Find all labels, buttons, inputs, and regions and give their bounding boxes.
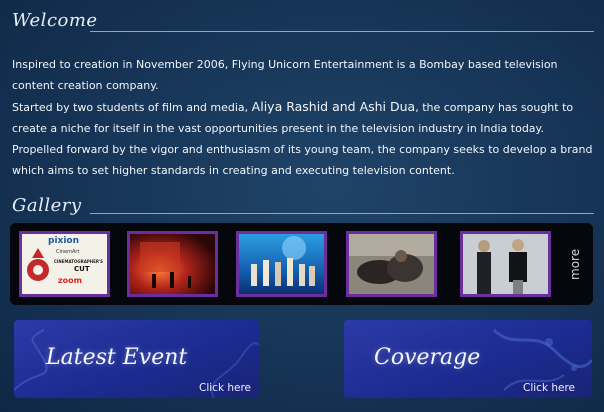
intro-paragraph-2-start: Started by two students of film and medi… bbox=[12, 101, 252, 114]
welcome-heading: Welcome bbox=[12, 10, 98, 31]
poster-text-pixion: pixion bbox=[48, 236, 80, 246]
coverage-title: Coverage bbox=[374, 345, 481, 370]
poster-text-cut: CUT bbox=[74, 265, 90, 273]
founder-names: Aliya Rashid and Ashi Dua bbox=[251, 99, 416, 114]
gallery-thumb-couple[interactable] bbox=[346, 231, 437, 297]
fashion-image bbox=[463, 234, 548, 294]
coverage-panel[interactable]: Coverage Click here bbox=[344, 320, 592, 398]
intro-text: Inspired to creation in November 2006, F… bbox=[12, 54, 596, 181]
poster-text-cinemart: CinemArt bbox=[56, 249, 80, 255]
gallery-divider bbox=[90, 213, 594, 214]
latest-event-panel[interactable]: Latest Event Click here bbox=[14, 320, 259, 398]
coverage-click-here[interactable]: Click here bbox=[523, 382, 575, 394]
dancers-image bbox=[239, 234, 324, 294]
latest-event-click-here[interactable]: Click here bbox=[199, 382, 251, 394]
gallery-strip: pixion CinemArt CINEMATOGRAPHER'S CUT zo… bbox=[10, 223, 593, 305]
couple-image bbox=[349, 234, 434, 294]
gallery-thumb-poster[interactable]: pixion CinemArt CINEMATOGRAPHER'S CUT zo… bbox=[19, 231, 110, 297]
latest-event-title: Latest Event bbox=[46, 345, 188, 370]
gallery-thumb-red-stage[interactable] bbox=[127, 231, 218, 297]
intro-paragraph-3: Propelled forward by the vigor and enthu… bbox=[12, 143, 593, 177]
gallery-more-link[interactable]: more bbox=[563, 233, 587, 295]
welcome-divider bbox=[90, 31, 594, 32]
gallery-thumb-fashion[interactable] bbox=[460, 231, 551, 297]
poster-text-zoom: zoom bbox=[58, 276, 82, 285]
red-stage-image bbox=[130, 234, 215, 294]
gallery-heading: Gallery bbox=[12, 195, 82, 216]
intro-paragraph-1: Inspired to creation in November 2006, F… bbox=[12, 58, 558, 92]
poster-text-cinematographers: CINEMATOGRAPHER'S bbox=[54, 259, 104, 264]
gallery-thumb-dancers[interactable] bbox=[236, 231, 327, 297]
